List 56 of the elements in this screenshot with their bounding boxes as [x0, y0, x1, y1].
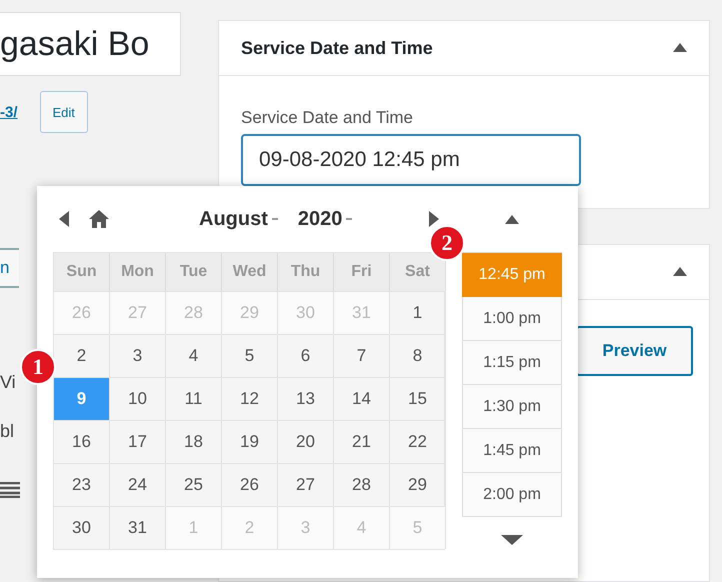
title-field[interactable]: gasaki Bo — [0, 12, 181, 76]
day-cell[interactable]: 30 — [54, 506, 110, 549]
label-text: bl — [0, 421, 14, 442]
day-cell[interactable]: 21 — [334, 420, 390, 463]
preview-button[interactable]: Preview — [576, 326, 693, 376]
weekday-header: Thu — [278, 253, 334, 291]
day-cell[interactable]: 14 — [334, 377, 390, 420]
day-cell[interactable]: 16 — [54, 420, 110, 463]
time-option[interactable]: 1:45 pm — [462, 429, 562, 473]
scroll-down-icon[interactable] — [501, 535, 523, 545]
day-cell[interactable]: 13 — [278, 377, 334, 420]
next-icon[interactable] — [429, 211, 439, 227]
day-cell[interactable]: 20 — [278, 420, 334, 463]
scroll-up-icon[interactable] — [505, 214, 519, 224]
field-label: Service Date and Time — [241, 108, 414, 128]
collapse-icon[interactable] — [673, 267, 687, 276]
day-cell[interactable]: 11 — [166, 377, 222, 420]
date-time-field[interactable]: 09-08-2020 12:45 pm — [241, 134, 581, 186]
panel-title: Service Date and Time — [241, 38, 433, 58]
day-cell[interactable]: 4 — [166, 334, 222, 377]
year-select[interactable]: 2020 — [298, 208, 342, 230]
day-cell[interactable]: 19 — [222, 420, 278, 463]
day-cell[interactable]: 15 — [390, 377, 446, 420]
menu-icon[interactable] — [0, 482, 20, 498]
day-cell[interactable]: 8 — [390, 334, 446, 377]
day-cell[interactable]: 24 — [110, 463, 166, 506]
day-cell[interactable]: 1 — [390, 291, 446, 334]
month-select[interactable]: August — [199, 208, 268, 230]
day-cell[interactable]: 5 — [222, 334, 278, 377]
day-cell[interactable]: 7 — [334, 334, 390, 377]
weekday-header: Sat — [390, 253, 446, 291]
edit-button[interactable]: Edit — [40, 91, 88, 133]
permalink-link[interactable]: -3/ — [0, 104, 18, 120]
time-option[interactable]: 1:00 pm — [462, 297, 562, 341]
day-cell[interactable]: 23 — [54, 463, 110, 506]
label-text: Vi — [0, 372, 16, 393]
time-option[interactable]: 1:30 pm — [462, 385, 562, 429]
weekday-header: Wed — [222, 253, 278, 291]
day-cell[interactable]: 3 — [110, 334, 166, 377]
time-option[interactable]: 2:00 pm — [462, 473, 562, 517]
step-badge: 1 — [20, 349, 56, 385]
time-option[interactable]: 1:15 pm — [462, 341, 562, 385]
weekday-header: Tue — [166, 253, 222, 291]
day-cell[interactable]: 12 — [222, 377, 278, 420]
weekday-header: Mon — [110, 253, 166, 291]
day-cell[interactable]: 6 — [278, 334, 334, 377]
day-cell[interactable]: 17 — [110, 420, 166, 463]
collapse-icon[interactable] — [673, 43, 687, 52]
day-cell[interactable]: 18 — [166, 420, 222, 463]
home-icon[interactable] — [89, 210, 109, 228]
previous-icon[interactable] — [59, 211, 69, 227]
tab-button[interactable]: n — [0, 248, 20, 288]
weekday-header: Fri — [334, 253, 390, 291]
weekday-header: Sun — [54, 253, 110, 291]
day-cell[interactable]: 22 — [390, 420, 446, 463]
day-cell[interactable]: 10 — [110, 377, 166, 420]
